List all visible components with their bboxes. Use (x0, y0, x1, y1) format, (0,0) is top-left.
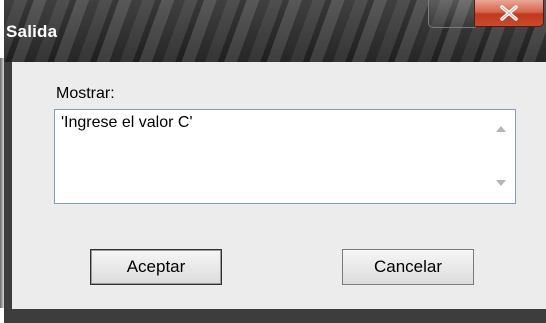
scroll-down-arrow-icon[interactable] (492, 176, 510, 190)
message-text: 'Ingrese el valor C' (61, 114, 193, 131)
dialog-body: Mostrar: 'Ingrese el valor C' Aceptar Ca… (12, 62, 546, 309)
message-textbox[interactable]: 'Ingrese el valor C' (54, 109, 516, 204)
title-bar[interactable]: Salida (4, 0, 546, 62)
close-icon (498, 5, 520, 21)
accept-button[interactable]: Aceptar (90, 249, 222, 285)
window-title: Salida (6, 22, 58, 41)
cancel-button[interactable]: Cancelar (342, 249, 474, 285)
window-bottom-border (12, 309, 546, 323)
prompt-label: Mostrar: (56, 85, 115, 102)
output-dialog: Salida Mostrar: 'Ingrese el valor C' Ace… (4, 0, 546, 323)
scroll-up-arrow-icon[interactable] (492, 122, 510, 136)
titlebar-button-area (428, 0, 476, 28)
close-button[interactable] (474, 0, 544, 27)
